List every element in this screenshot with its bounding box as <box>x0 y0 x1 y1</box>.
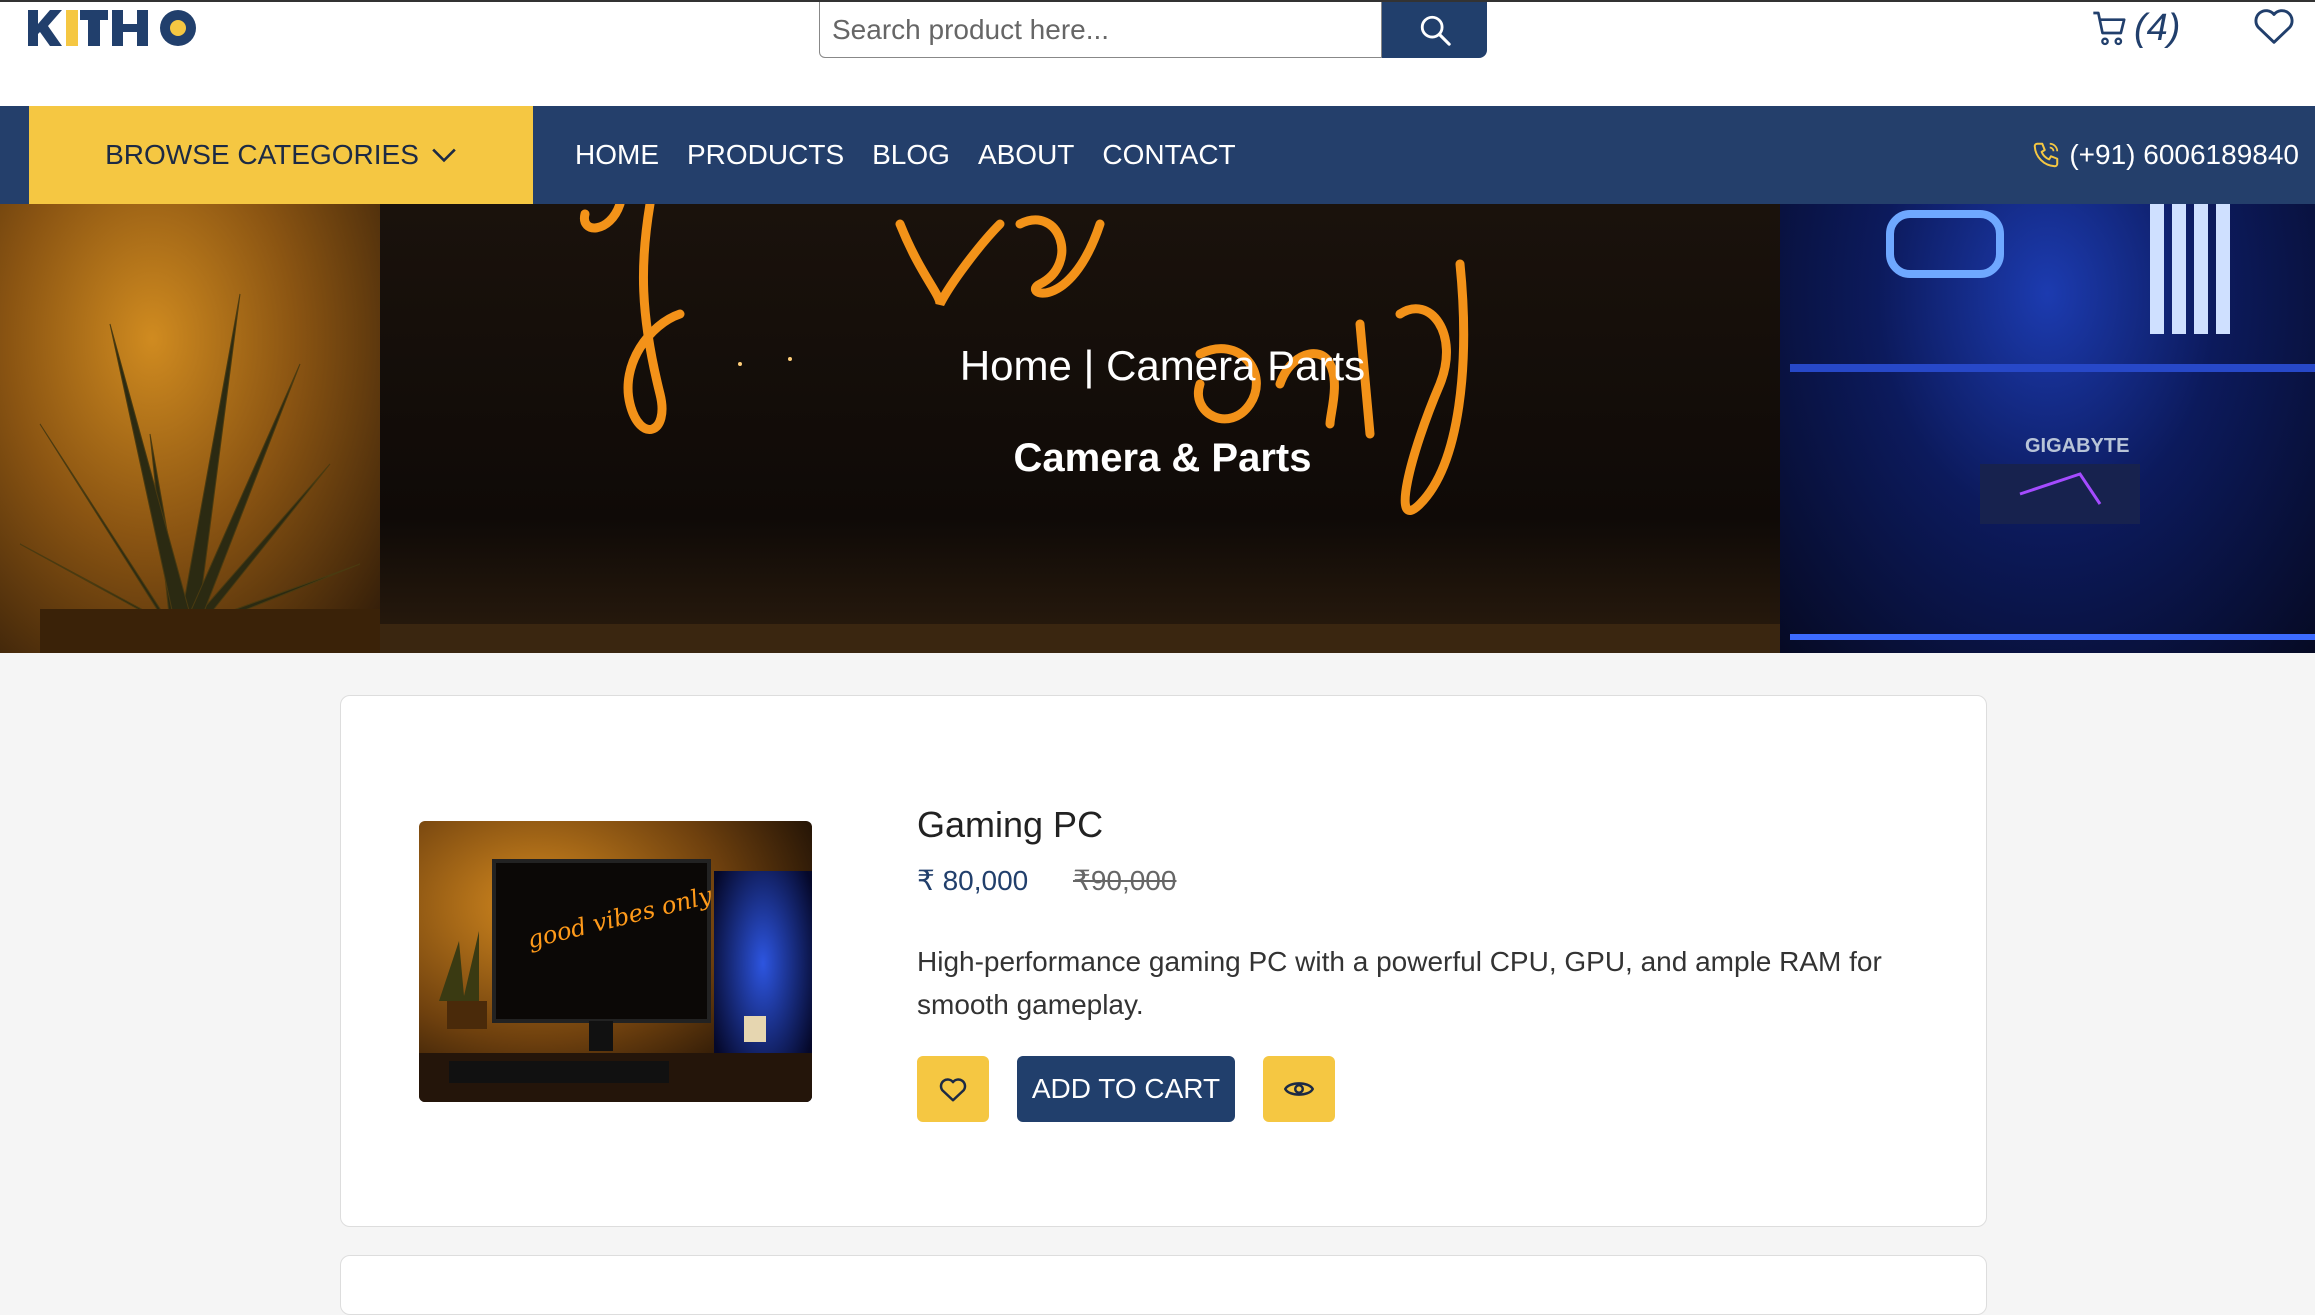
gaming-pc-image-icon: good vibes only <box>419 821 812 1102</box>
nav-products[interactable]: PRODUCTS <box>687 139 844 171</box>
top-header: (4) <box>0 0 2315 106</box>
chevron-down-icon <box>432 148 456 163</box>
phone-contact[interactable]: (+91) 6006189840 <box>2031 106 2299 204</box>
heart-icon <box>939 1078 967 1102</box>
nav-about[interactable]: ABOUT <box>978 139 1074 171</box>
search-button[interactable] <box>1382 2 1487 58</box>
product-image[interactable]: good vibes only <box>419 821 812 1102</box>
add-to-wishlist-button[interactable] <box>917 1056 989 1122</box>
product-price: ₹ 80,000 <box>917 865 1029 896</box>
hero-text-overlay: Home | Camera Parts Camera & Parts <box>0 204 2315 653</box>
nav-home[interactable]: HOME <box>575 139 659 171</box>
search-icon <box>1420 15 1451 46</box>
cart-icon <box>2093 11 2126 46</box>
product-card: good vibes only Gaming PC ₹ 80,000 ₹90,0… <box>340 695 1987 1227</box>
product-name[interactable]: Gaming PC <box>917 804 1103 846</box>
search-input[interactable] <box>819 2 1382 58</box>
phone-number: (+91) 6006189840 <box>2069 139 2299 170</box>
nav-blog[interactable]: BLOG <box>872 139 950 171</box>
breadcrumb[interactable]: Home | Camera Parts <box>0 342 2315 390</box>
add-to-cart-button[interactable]: ADD TO CART <box>1017 1056 1235 1122</box>
quick-view-button[interactable] <box>1263 1056 1335 1122</box>
product-card-next <box>340 1255 1987 1315</box>
site-logo[interactable] <box>28 6 214 50</box>
search-bar <box>819 2 1487 58</box>
logo-mark-icon <box>28 10 196 46</box>
phone-icon <box>2034 142 2059 168</box>
product-description: High-performance gaming PC with a powerf… <box>917 946 1882 1020</box>
browse-categories-label: BROWSE CATEGORIES <box>105 139 419 170</box>
nav-contact[interactable]: CONTACT <box>1102 139 1235 171</box>
page-title: Camera & Parts <box>1013 436 1312 480</box>
eye-icon <box>1284 1082 1314 1096</box>
cart-count: (4) <box>2134 6 2181 49</box>
wishlist-button[interactable] <box>2252 2 2296 48</box>
nav-links: HOME PRODUCTS BLOG ABOUT CONTACT <box>575 106 1236 204</box>
hero-banner: GIGABYTE Home | Camera Parts Camera & Pa… <box>0 204 2315 653</box>
main-nav: BROWSE CATEGORIES HOME PRODUCTS BLOG ABO… <box>0 106 2315 204</box>
browse-categories-button[interactable]: BROWSE CATEGORIES <box>29 106 533 204</box>
cart-button[interactable]: (4) <box>2090 2 2180 54</box>
product-old-price: ₹90,000 <box>1073 865 1177 896</box>
heart-icon <box>2254 9 2294 44</box>
